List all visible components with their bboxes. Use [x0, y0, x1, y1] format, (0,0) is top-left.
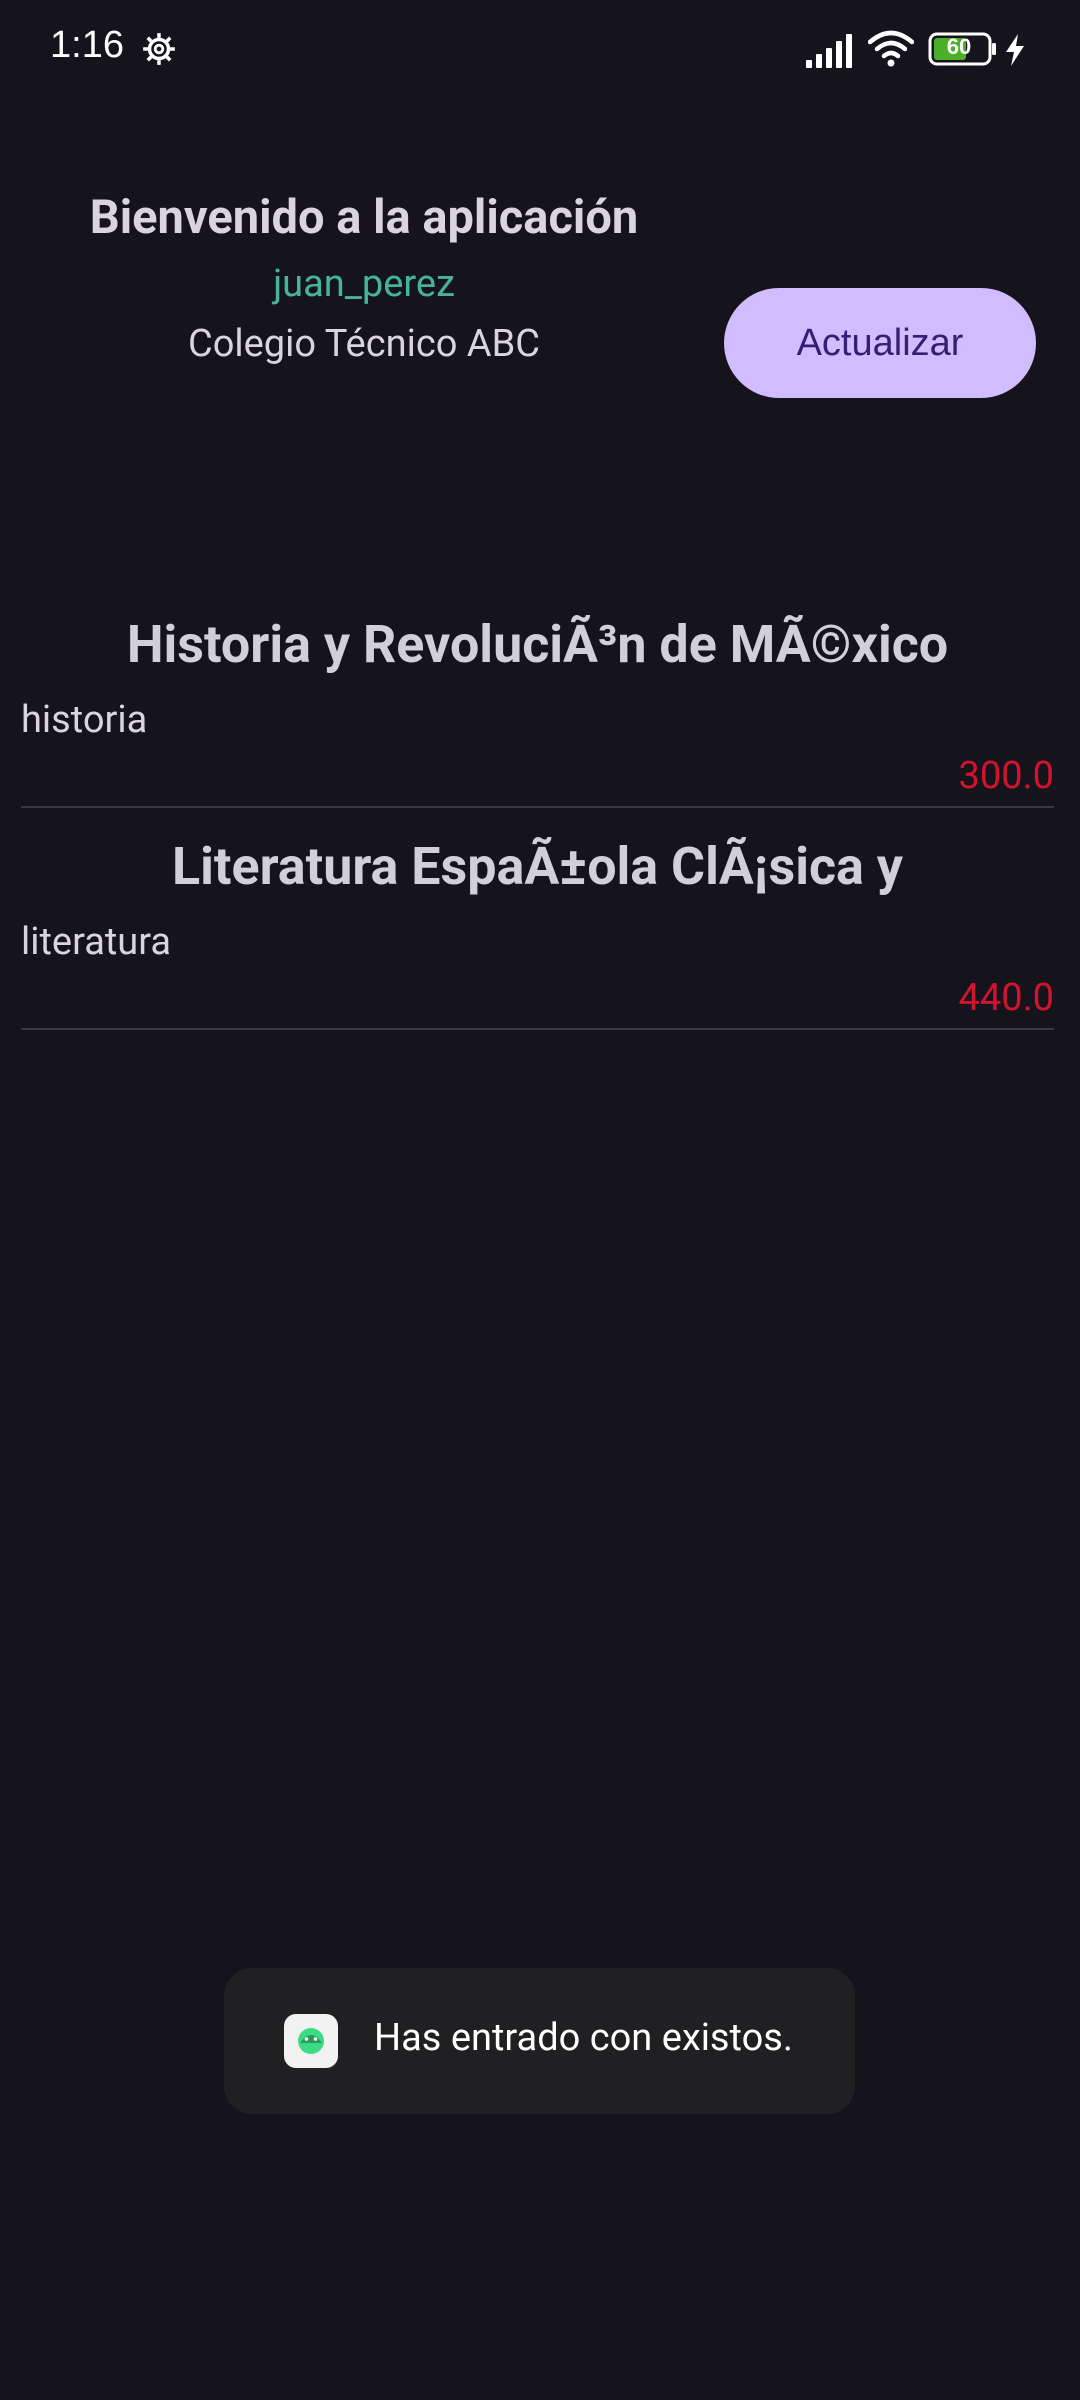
book-price: 300.0: [958, 754, 1054, 798]
status-bar: 1:16 60: [0, 0, 1080, 100]
list-item[interactable]: Literatura EspaÃ±ola ClÃ¡sica y literatu…: [21, 832, 1054, 1030]
list-item[interactable]: Historia y RevoluciÃ³n de MÃ©xico histor…: [21, 610, 1054, 808]
username-label: juan_perez: [273, 262, 455, 306]
charging-icon: [1006, 34, 1024, 66]
book-title: Historia y RevoluciÃ³n de MÃ©xico: [126, 614, 949, 675]
status-time: 1:16: [50, 24, 124, 66]
refresh-button[interactable]: Actualizar: [724, 288, 1036, 398]
android-app-icon: [284, 2014, 338, 2068]
school-label: Colegio Técnico ABC: [187, 322, 541, 366]
toast: Has entrado con existos.: [224, 1968, 855, 2114]
book-category: historia: [21, 698, 148, 742]
signal-icon: [806, 34, 852, 68]
welcome-title: Bienvenido a la aplicación: [89, 190, 639, 245]
gear-icon: [143, 33, 175, 65]
toast-message: Has entrado con existos.: [374, 2016, 793, 2060]
wifi-icon: [868, 30, 914, 67]
book-title: Literatura EspaÃ±ola ClÃ¡sica y: [172, 836, 903, 897]
book-price: 440.0: [958, 976, 1054, 1020]
book-category: literatura: [21, 920, 172, 964]
battery-level: 60: [946, 34, 972, 59]
